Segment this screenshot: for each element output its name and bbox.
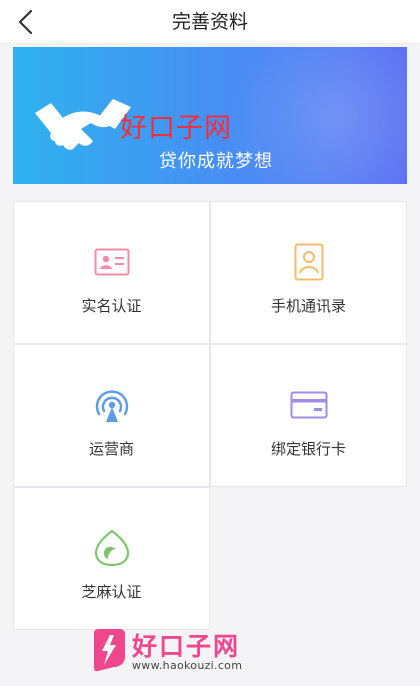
contact-book-icon (289, 242, 329, 282)
item-label: 绑定银行卡 (270, 440, 346, 458)
item-label: 手机通讯录 (270, 297, 346, 315)
item-label: 实名认证 (81, 297, 142, 315)
item-carrier[interactable]: 运营商 (13, 344, 210, 487)
item-sesame-verification[interactable]: 芝麻认证 (13, 487, 210, 630)
watermark-logo-url: www.haokouzi.com (132, 659, 243, 672)
page-title: 完善资料 (171, 11, 248, 33)
bank-card-icon (289, 385, 329, 425)
item-label: 运营商 (88, 440, 134, 458)
item-real-name-verification[interactable]: 实名认证 (13, 201, 210, 344)
watermark-logo: 好口子网 www.haokouzi.com (90, 627, 250, 675)
id-card-icon (92, 242, 132, 282)
top-navigation-bar: 完善资料 (0, 0, 420, 44)
item-phone-contacts[interactable]: 手机通讯录 (210, 201, 407, 344)
banner-slogan: 贷你成就梦想 (159, 151, 273, 172)
item-bind-bank-card[interactable]: 绑定银行卡 (210, 344, 407, 487)
sesame-leaf-icon (92, 528, 132, 568)
handshake-icon (35, 99, 131, 150)
item-label: 芝麻认证 (81, 583, 142, 601)
logo-mark-icon (94, 629, 125, 672)
signal-tower-icon (92, 385, 132, 425)
watermark-overlay-text: 好口子网 (120, 113, 232, 144)
watermark-logo-title: 好口子网 (132, 632, 241, 661)
